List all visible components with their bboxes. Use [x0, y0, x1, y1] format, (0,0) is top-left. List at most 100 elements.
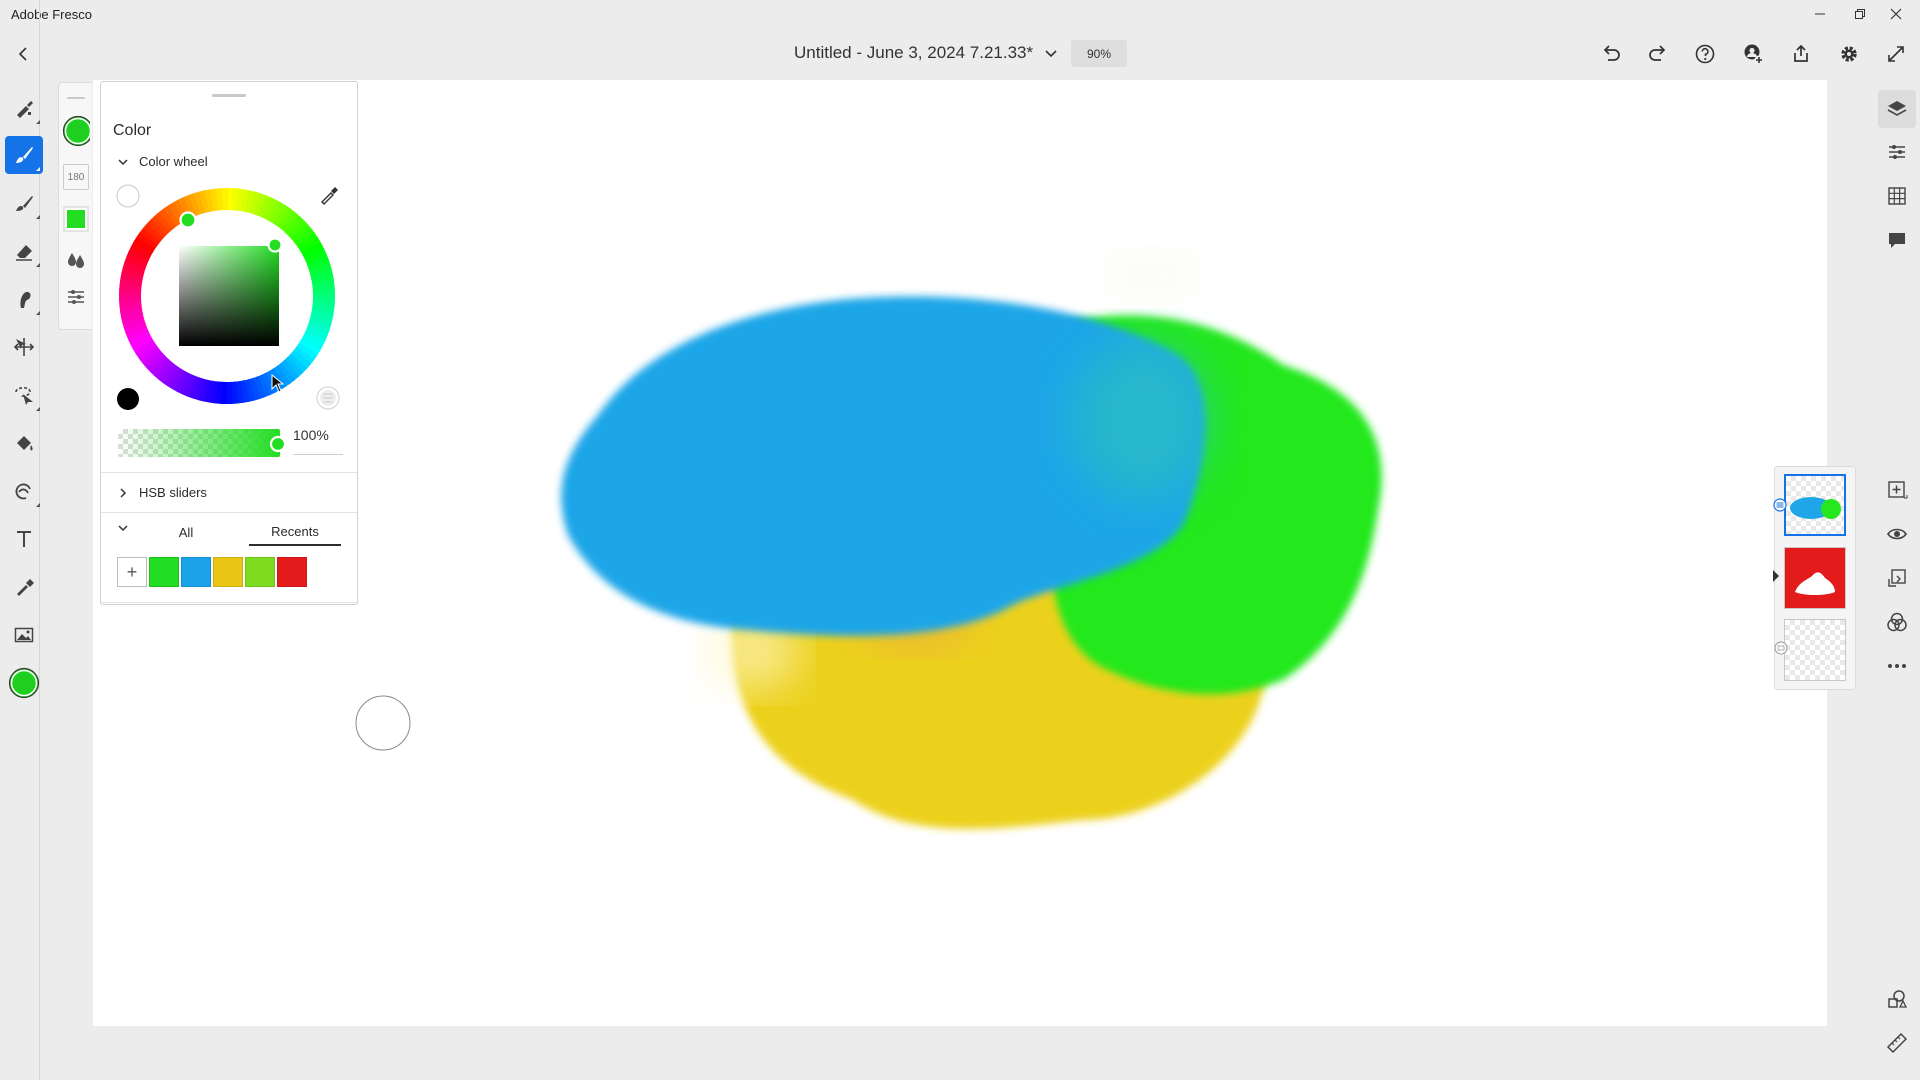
- brush-settings-button[interactable]: [62, 283, 90, 311]
- grid-button[interactable]: [1878, 177, 1916, 215]
- ruler-icon: [1886, 1032, 1908, 1054]
- color-swatch[interactable]: [181, 557, 211, 587]
- back-button[interactable]: [8, 39, 38, 69]
- color-wheel[interactable]: [119, 188, 335, 404]
- app-title: Adobe Fresco: [11, 7, 92, 22]
- saturation-handle[interactable]: [267, 237, 283, 253]
- add-layer-icon: [1888, 481, 1908, 499]
- color-swatch[interactable]: [213, 557, 243, 587]
- color-tool[interactable]: [5, 664, 43, 702]
- hsb-sliders-toggle[interactable]: HSB sliders: [117, 485, 207, 500]
- vector-brush-tool[interactable]: [5, 184, 43, 222]
- black-preset[interactable]: [116, 387, 140, 411]
- tab-recents[interactable]: Recents: [249, 518, 341, 546]
- app-header: Untitled - June 3, 2024 7.21.33* 90%: [0, 28, 1920, 78]
- chevron-right-icon: [120, 487, 127, 498]
- document-title: Untitled - June 3, 2024 7.21.33*: [794, 43, 1034, 62]
- comment-icon: [1889, 233, 1905, 248]
- undo-icon: [1603, 45, 1620, 61]
- recent-swatches: +: [117, 557, 307, 587]
- swatches-collapse-toggle[interactable]: [117, 522, 129, 534]
- restore-button[interactable]: [1840, 3, 1880, 25]
- restore-icon: [1855, 9, 1865, 19]
- pixel-brush-tool[interactable]: [5, 89, 43, 127]
- brush-preview-button[interactable]: [62, 205, 90, 233]
- color-circle-icon: [62, 115, 90, 147]
- current-color-button[interactable]: [62, 115, 90, 147]
- smudge-tool[interactable]: [5, 280, 43, 318]
- share-button[interactable]: [1786, 39, 1816, 69]
- help-button[interactable]: [1690, 39, 1720, 69]
- layer-expand-caret[interactable]: [1772, 569, 1780, 583]
- add-swatch-button[interactable]: +: [117, 557, 147, 587]
- opacity-handle[interactable]: [269, 435, 287, 453]
- color-swatch[interactable]: [245, 557, 275, 587]
- comments-button[interactable]: [1878, 221, 1916, 259]
- blend-mode-button[interactable]: [1878, 603, 1916, 641]
- teal-blend: [1073, 340, 1213, 500]
- transparent-preset[interactable]: [315, 385, 341, 411]
- eyedropper-tool[interactable]: [5, 568, 43, 606]
- panel-title: Color: [113, 122, 152, 139]
- invite-button[interactable]: [1738, 39, 1768, 69]
- adjustments-button[interactable]: [1878, 133, 1916, 171]
- tab-all[interactable]: All: [145, 518, 227, 546]
- layer-mode-indicator: [1773, 498, 1787, 512]
- layer-image-indicator: [1774, 641, 1788, 655]
- live-brush-tool[interactable]: [5, 136, 43, 174]
- brush-cursor: [355, 695, 411, 751]
- type-tool[interactable]: [5, 520, 43, 558]
- liquify-tool[interactable]: [5, 472, 43, 510]
- pixel-brush-icon: [17, 101, 33, 118]
- eraser-tool[interactable]: [5, 232, 43, 270]
- image-icon: [14, 627, 34, 643]
- redo-button[interactable]: [1643, 39, 1673, 69]
- hue-handle[interactable]: [179, 211, 197, 229]
- color-swatch[interactable]: [277, 557, 307, 587]
- opacity-slider[interactable]: [118, 429, 280, 457]
- ruler-button[interactable]: [1878, 1024, 1916, 1062]
- fullscreen-button[interactable]: [1881, 39, 1911, 69]
- brush-size-button[interactable]: 180: [62, 163, 90, 191]
- gear-icon: [1841, 46, 1857, 62]
- color-swatch[interactable]: [149, 557, 179, 587]
- panel-grip[interactable]: [212, 94, 246, 97]
- shapes-button[interactable]: [1878, 980, 1916, 1018]
- vector-brush-icon: [16, 196, 33, 211]
- white-smudge: [1098, 253, 1208, 297]
- color-swatch-icon: [8, 667, 40, 699]
- close-button[interactable]: [1876, 3, 1916, 25]
- layers-button[interactable]: [1878, 90, 1916, 128]
- water-flow-button[interactable]: [62, 245, 90, 273]
- move-transform-tool[interactable]: [5, 328, 43, 366]
- zoom-level[interactable]: 90%: [1071, 40, 1127, 67]
- selection-tool[interactable]: [5, 376, 43, 414]
- opacity-underline: [293, 454, 343, 455]
- chevron-left-icon: [18, 47, 27, 61]
- fill-tool[interactable]: [5, 424, 43, 462]
- document-menu-button[interactable]: [1036, 39, 1066, 69]
- color-wheel-section-toggle[interactable]: Color wheel: [117, 154, 208, 169]
- settings-button[interactable]: [1834, 39, 1864, 69]
- live-brush-icon: [16, 147, 33, 163]
- more-options-button[interactable]: [1878, 647, 1916, 685]
- layer-thumbnail-1[interactable]: [1784, 474, 1846, 536]
- layer-visibility-button[interactable]: [1878, 515, 1916, 553]
- layer-1-preview: [1790, 497, 1841, 519]
- layer-actions-button[interactable]: [1878, 559, 1916, 597]
- layer-thumbnail-2[interactable]: [1784, 547, 1846, 609]
- undo-button[interactable]: [1596, 39, 1626, 69]
- layers-panel: [1772, 466, 1856, 690]
- opacity-value: 100%: [293, 427, 329, 443]
- minimize-button[interactable]: [1800, 3, 1840, 25]
- layer-2-preview: [1785, 548, 1845, 608]
- image-tool[interactable]: [5, 616, 43, 654]
- help-icon: [1695, 44, 1715, 64]
- chevron-down-icon: [118, 525, 128, 532]
- color-wheel-label: Color wheel: [139, 154, 208, 169]
- redo-icon: [1649, 45, 1666, 61]
- layer-thumbnail-3[interactable]: [1784, 619, 1846, 681]
- blend-icon: [1887, 612, 1907, 632]
- add-layer-button[interactable]: [1878, 471, 1916, 509]
- brush-size-value: 180: [63, 164, 89, 190]
